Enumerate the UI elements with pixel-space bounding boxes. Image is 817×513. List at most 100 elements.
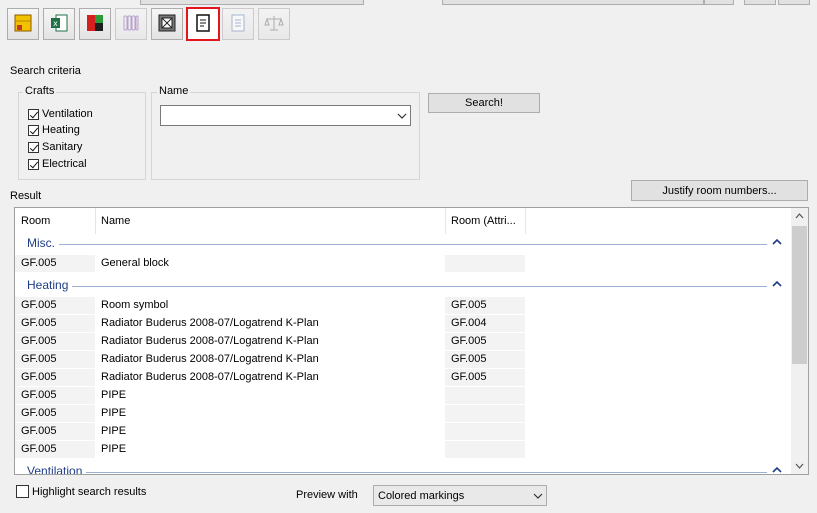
excel-export-icon: x [49,13,69,36]
table-row[interactable]: GF.005 Room symbol GF.005 [15,297,791,315]
highlight-label: Highlight search results [32,485,147,498]
radiator-icon [121,13,141,36]
cell-room: GF.005 [15,423,95,440]
checkbox-electrical[interactable] [28,158,39,170]
table-row[interactable]: GF.005 PIPE [15,441,791,459]
cell-room-attr [445,423,525,440]
cell-room: GF.005 [15,255,95,272]
toolbar-button-6[interactable] [186,7,220,41]
crafts-title: Crafts [23,85,57,97]
group-divider [29,286,767,287]
group-label: Heating [27,278,73,292]
craft-label: Heating [42,124,80,136]
group-divider [29,244,767,245]
cell-room: GF.005 [15,297,95,314]
cell-room-attr: GF.005 [445,351,525,368]
balance-scale-icon [264,13,284,36]
craft-ventilation[interactable]: Ventilation [28,107,93,121]
table-row[interactable]: GF.005 Radiator Buderus 2008-07/Logatren… [15,315,791,333]
cell-room: GF.005 [15,441,95,458]
cell-room-attr [445,405,525,422]
column-header-room[interactable]: Room [15,208,95,234]
chevron-down-icon[interactable] [530,486,546,505]
table-row[interactable]: GF.005 PIPE [15,387,791,405]
cell-name: PIPE [101,443,127,455]
justify-room-numbers-button[interactable]: Justify room numbers... [631,180,808,201]
column-separator[interactable] [525,208,526,234]
table-row[interactable]: GF.005 Radiator Buderus 2008-07/Logatren… [15,369,791,387]
document-icon [193,13,213,36]
vertical-scrollbar[interactable] [791,208,808,474]
craft-label: Electrical [42,158,87,170]
table-row[interactable]: GF.005 Radiator Buderus 2008-07/Logatren… [15,351,791,369]
column-header-room-attr[interactable]: Room (Attri... [445,208,525,234]
chevron-up-icon[interactable] [771,236,783,248]
search-criteria-title: Search criteria [10,65,81,77]
craft-sanitary[interactable]: Sanitary [28,140,82,154]
craft-heating[interactable]: Heating [28,123,80,137]
group-label: Ventilation [27,464,87,474]
color-grid-icon [85,13,105,36]
top-field-left[interactable] [140,0,364,5]
cell-name: PIPE [101,389,127,401]
group-header-misc[interactable]: Misc. [15,235,791,253]
toolbar-button-8[interactable] [258,8,290,40]
table-row[interactable]: GF.005 Radiator Buderus 2008-07/Logatren… [15,333,791,351]
name-title: Name [157,85,191,97]
toolbar-button-1[interactable] [7,8,39,40]
table-row[interactable]: GF.005 PIPE [15,405,791,423]
search-button[interactable]: Search! [428,93,540,113]
cell-name: Radiator Buderus 2008-07/Logatrend K-Pla… [101,335,319,347]
chevron-up-icon[interactable] [771,278,783,290]
top-button-small[interactable] [704,0,734,5]
preview-combobox[interactable]: Colored markings [373,485,547,506]
cell-room-attr: GF.005 [445,297,525,314]
cell-name: Radiator Buderus 2008-07/Logatrend K-Pla… [101,371,319,383]
chevron-up-icon[interactable] [771,464,783,475]
cell-name: PIPE [101,407,127,419]
toolbar-button-7[interactable] [222,8,254,40]
cell-room: GF.005 [15,351,95,368]
chevron-down-icon[interactable] [394,106,410,125]
scrollbar-thumb[interactable] [792,226,807,364]
checkbox-highlight[interactable] [16,485,29,498]
preview-combobox-value: Colored markings [378,489,465,502]
group-label: Misc. [27,236,59,250]
craft-electrical[interactable]: Electrical [28,157,87,171]
toolbar-button-5[interactable] [151,8,183,40]
craft-label: Sanitary [42,141,83,153]
report-icon [228,13,248,36]
cell-name: Room symbol [101,299,169,311]
toolbar-button-4[interactable] [115,8,147,40]
cell-room-attr: GF.005 [445,333,525,350]
top-button-b[interactable] [778,0,810,5]
group-header-heating[interactable]: Heating [15,277,791,295]
group-divider [29,472,767,473]
toolbar-button-3[interactable] [79,8,111,40]
result-title: Result [10,190,42,202]
group-header-ventilation[interactable]: Ventilation [15,463,791,475]
cell-name: General block [101,257,169,269]
checkbox-ventilation[interactable] [28,108,39,120]
cell-name: PIPE [101,425,127,437]
cell-name: Radiator Buderus 2008-07/Logatrend K-Pla… [101,353,319,365]
cell-room-attr: GF.004 [445,315,525,332]
checkbox-heating[interactable] [28,124,39,136]
name-combobox[interactable] [160,105,411,126]
highlight-search-results[interactable]: Highlight search results [16,485,146,498]
scroll-down-icon[interactable] [795,463,804,469]
top-field-right[interactable] [442,0,704,5]
result-list[interactable]: Room Name Room (Attri... Misc. GF.005 Ge… [14,207,809,475]
preview-label: Preview with [296,489,358,501]
checkbox-sanitary[interactable] [28,141,39,153]
cell-room-attr [445,441,525,458]
toolbar-button-2[interactable]: x [43,8,75,40]
cell-room: GF.005 [15,387,95,404]
table-row[interactable]: GF.005 PIPE [15,423,791,441]
table-row[interactable]: GF.005 General block [15,255,791,273]
scroll-up-icon[interactable] [795,213,804,219]
cell-room-attr: GF.005 [445,369,525,386]
column-header-name[interactable]: Name [95,208,445,234]
cell-room: GF.005 [15,369,95,386]
top-button-a[interactable] [744,0,776,5]
